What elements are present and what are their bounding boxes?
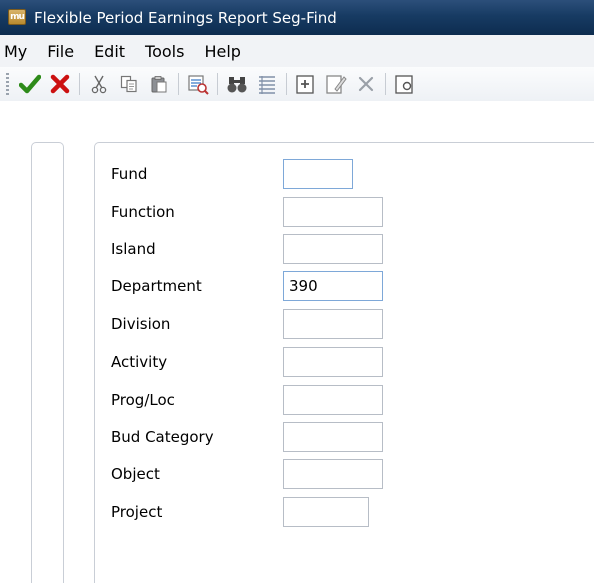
bud-category-field[interactable] [283,422,383,452]
window-title: Flexible Period Earnings Report Seg-Find [34,8,337,27]
accept-button[interactable] [17,71,43,97]
toolbar-separator [178,73,179,95]
division-field[interactable] [283,309,383,339]
new-record-button[interactable] [293,71,319,97]
binoculars-icon [227,77,247,93]
toolbar-separator [79,73,80,95]
prog-loc-field[interactable] [283,385,383,415]
cut-icon [91,75,107,94]
paste-button[interactable] [146,71,172,97]
query-icon [188,75,209,95]
island-label: Island [111,240,156,258]
prog-loc-label: Prog/Loc [111,391,175,409]
object-label: Object [111,465,160,483]
toolbar-separator [385,73,386,95]
cancel-button[interactable] [47,71,73,97]
edit-record-icon [326,75,347,94]
preview-icon [395,75,413,94]
activity-label: Activity [111,353,168,371]
toolbar-separator [217,73,218,95]
cancel-icon [50,74,70,94]
fund-field[interactable] [283,159,353,189]
function-field[interactable] [283,197,383,227]
object-field[interactable] [283,459,383,489]
menu-tools[interactable]: Tools [135,42,194,61]
bud-category-label: Bud Category [111,428,214,446]
query-button[interactable] [185,71,211,97]
paste-icon [151,76,167,93]
project-field[interactable] [283,497,369,527]
edit-record-button[interactable] [323,71,349,97]
menu-file[interactable]: File [37,42,84,61]
function-label: Function [111,203,175,221]
menu-edit[interactable]: Edit [84,42,135,61]
project-label: Project [111,503,163,521]
toolbar [0,67,594,102]
list-icon [259,76,275,94]
delete-icon [358,76,374,92]
copy-icon [120,75,137,93]
menu-help[interactable]: Help [194,42,250,61]
accept-icon [19,74,41,94]
activity-field[interactable] [283,347,383,377]
department-field[interactable]: 390 [283,271,383,301]
fund-label: Fund [111,165,148,183]
menu-my[interactable]: My [0,42,37,61]
cut-button[interactable] [86,71,112,97]
new-record-icon [296,75,314,94]
delete-button[interactable] [353,71,379,97]
island-field[interactable] [283,234,383,264]
toolbar-separator [286,73,287,95]
division-label: Division [111,315,171,333]
menu-bar: My File Edit Tools Help [0,35,594,67]
toolbar-grip-icon[interactable] [6,73,9,95]
find-button[interactable] [224,71,250,97]
copy-button[interactable] [116,71,142,97]
list-button[interactable] [254,71,280,97]
app-logo-icon: mu [8,9,26,25]
content-area: Fund Function Island Department 390 Divi… [0,101,594,583]
preview-button[interactable] [392,71,418,97]
title-bar: mu Flexible Period Earnings Report Seg-F… [0,0,594,35]
department-label: Department [111,277,202,295]
left-panel [31,142,64,583]
